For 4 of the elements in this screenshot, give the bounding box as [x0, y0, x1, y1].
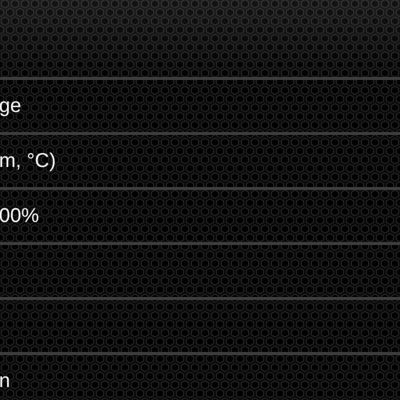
setting-label: m, °C) [0, 150, 56, 172]
setting-label: ge [0, 94, 22, 118]
setting-label: 00% [0, 204, 40, 228]
setting-label: n [0, 370, 10, 392]
